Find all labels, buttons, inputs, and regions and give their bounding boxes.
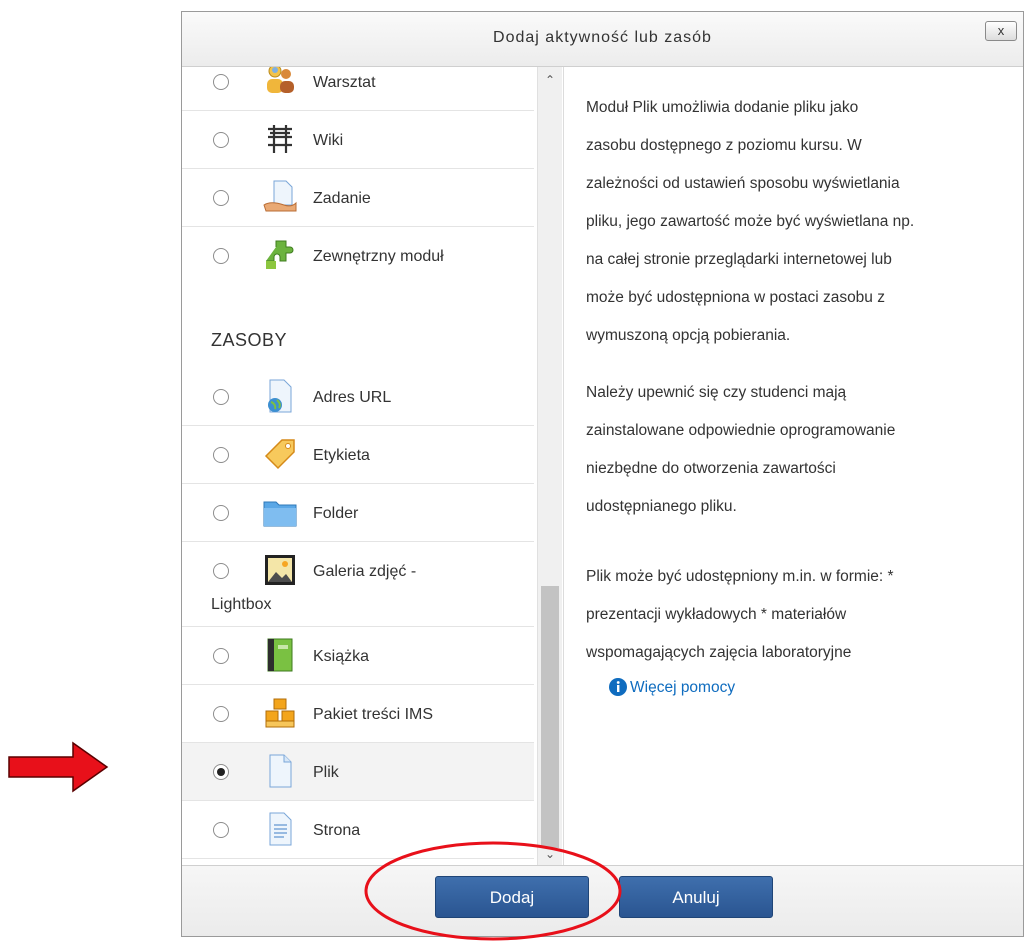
- item-label: Pakiet treści IMS: [313, 706, 434, 723]
- more-help-link[interactable]: Więcej pomocy: [630, 679, 735, 697]
- section-heading-resources: ZASOBY: [211, 330, 288, 350]
- text-line: wspomagających zajęcia laboratoryjne: [586, 644, 852, 661]
- radio-strona[interactable]: [213, 822, 229, 838]
- item-label: Etykieta: [313, 447, 370, 464]
- radio-wiki[interactable]: [213, 132, 229, 148]
- list-item-wiki[interactable]: Wiki: [182, 111, 534, 169]
- radio-folder[interactable]: [213, 505, 229, 521]
- item-label: Książka: [313, 648, 370, 665]
- text-line: Plik może być udostępniony m.in. w formi…: [586, 568, 894, 585]
- list-item-pakiet-ims[interactable]: Pakiet treści IMS: [182, 685, 534, 743]
- list-item-zadanie[interactable]: Zadanie: [182, 169, 534, 227]
- radio-galeria[interactable]: [213, 563, 229, 579]
- text-line: udostępnianego pliku.: [586, 498, 737, 515]
- list-item-etykieta[interactable]: Etykieta: [182, 426, 534, 484]
- book-icon: [262, 637, 298, 673]
- radio-etykieta[interactable]: [213, 447, 229, 463]
- radio-ksiazka[interactable]: [213, 648, 229, 664]
- text-line: wymuszoną opcją pobierania.: [586, 327, 791, 344]
- text-line: prezentacji wykładowych * materiałów: [586, 606, 847, 623]
- radio-plik[interactable]: [213, 764, 229, 780]
- scroll-thumb[interactable]: [541, 586, 559, 848]
- item-label: Folder: [313, 505, 359, 522]
- radio-zewnetrzny-modul[interactable]: [213, 248, 229, 264]
- close-button[interactable]: x: [985, 21, 1017, 41]
- list-scrollbar[interactable]: ⌃ ⌄: [537, 67, 562, 865]
- list-item-folder[interactable]: Folder: [182, 484, 534, 542]
- text-line: może być udostępniona w postaci zasobu z: [586, 289, 885, 306]
- label-icon: [262, 436, 298, 472]
- ims-package-icon: [262, 695, 298, 731]
- gallery-icon: [262, 552, 298, 588]
- item-label: Zadanie: [313, 190, 371, 207]
- list-item-ksiazka[interactable]: Książka: [182, 627, 534, 685]
- folder-icon: [262, 494, 298, 530]
- radio-warsztat[interactable]: [213, 74, 229, 90]
- wiki-icon: [262, 121, 298, 157]
- list-item-galeria[interactable]: Galeria zdjęć - Lightbox: [182, 542, 534, 627]
- text-line: zasobu dostępnego z poziomu kursu. W: [586, 137, 862, 154]
- dialog-header: Dodaj aktywność lub zasób x: [182, 12, 1023, 67]
- list-item-zewnetrzny-modul[interactable]: Zewnętrzny moduł: [182, 227, 534, 285]
- url-icon: [262, 378, 298, 414]
- radio-pakiet-ims[interactable]: [213, 706, 229, 722]
- description-paragraph-1: Moduł Plik umożliwia dodanie pliku jako …: [586, 89, 1006, 355]
- text-line: Należy upewnić się czy studenci mają: [586, 384, 847, 401]
- description-paragraph-2: Należy upewnić się czy studenci mają zai…: [586, 374, 1006, 526]
- item-label: Wiki: [313, 132, 344, 149]
- annotation-ellipse-icon: [364, 841, 622, 941]
- assignment-icon: [262, 179, 298, 215]
- text-line: zależności od ustawień sposobu wyświetla…: [586, 175, 900, 192]
- item-label: Galeria zdjęć -: [313, 563, 417, 580]
- item-label: Warsztat: [313, 74, 376, 91]
- item-label: Strona: [313, 822, 361, 839]
- description-paragraph-3: Plik może być udostępniony m.in. w formi…: [586, 558, 1006, 672]
- scroll-up-icon[interactable]: ⌃: [545, 73, 555, 87]
- module-list: Warsztat Wiki Zadanie Zewnętrzny moduł Z…: [182, 67, 537, 865]
- text-line: niezbędne do otworzenia zawartości: [586, 460, 836, 477]
- text-line: na całej stronie przeglądarki internetow…: [586, 251, 892, 268]
- list-item-adres-url[interactable]: Adres URL: [182, 368, 534, 426]
- dialog-title: Dodaj aktywność lub zasób: [493, 29, 712, 46]
- item-label: Zewnętrzny moduł: [313, 248, 444, 265]
- add-activity-dialog: Dodaj aktywność lub zasób x Warsztat Wik…: [181, 11, 1024, 937]
- module-description: Moduł Plik umożliwia dodanie pliku jako …: [563, 67, 1025, 865]
- text-line: pliku, jego zawartość może być wyświetla…: [586, 213, 915, 230]
- info-icon: [609, 678, 627, 696]
- text-line: Moduł Plik umożliwia dodanie pliku jako: [586, 99, 859, 116]
- list-item-plik[interactable]: Plik: [182, 743, 534, 801]
- list-item-warsztat[interactable]: Warsztat: [182, 67, 534, 111]
- item-label: Adres URL: [313, 389, 392, 406]
- annotation-arrow-icon: [8, 741, 109, 793]
- item-label-line2: Lightbox: [211, 596, 272, 613]
- text-line: zainstalowane odpowiednie oprogramowanie: [586, 422, 896, 439]
- file-icon: [262, 753, 298, 789]
- external-tool-icon: [262, 237, 298, 273]
- item-label: Plik: [313, 764, 339, 781]
- radio-zadanie[interactable]: [213, 190, 229, 206]
- cancel-button[interactable]: Anuluj: [619, 876, 773, 918]
- page-icon: [262, 811, 298, 847]
- radio-adres-url[interactable]: [213, 389, 229, 405]
- workshop-icon: [262, 67, 298, 97]
